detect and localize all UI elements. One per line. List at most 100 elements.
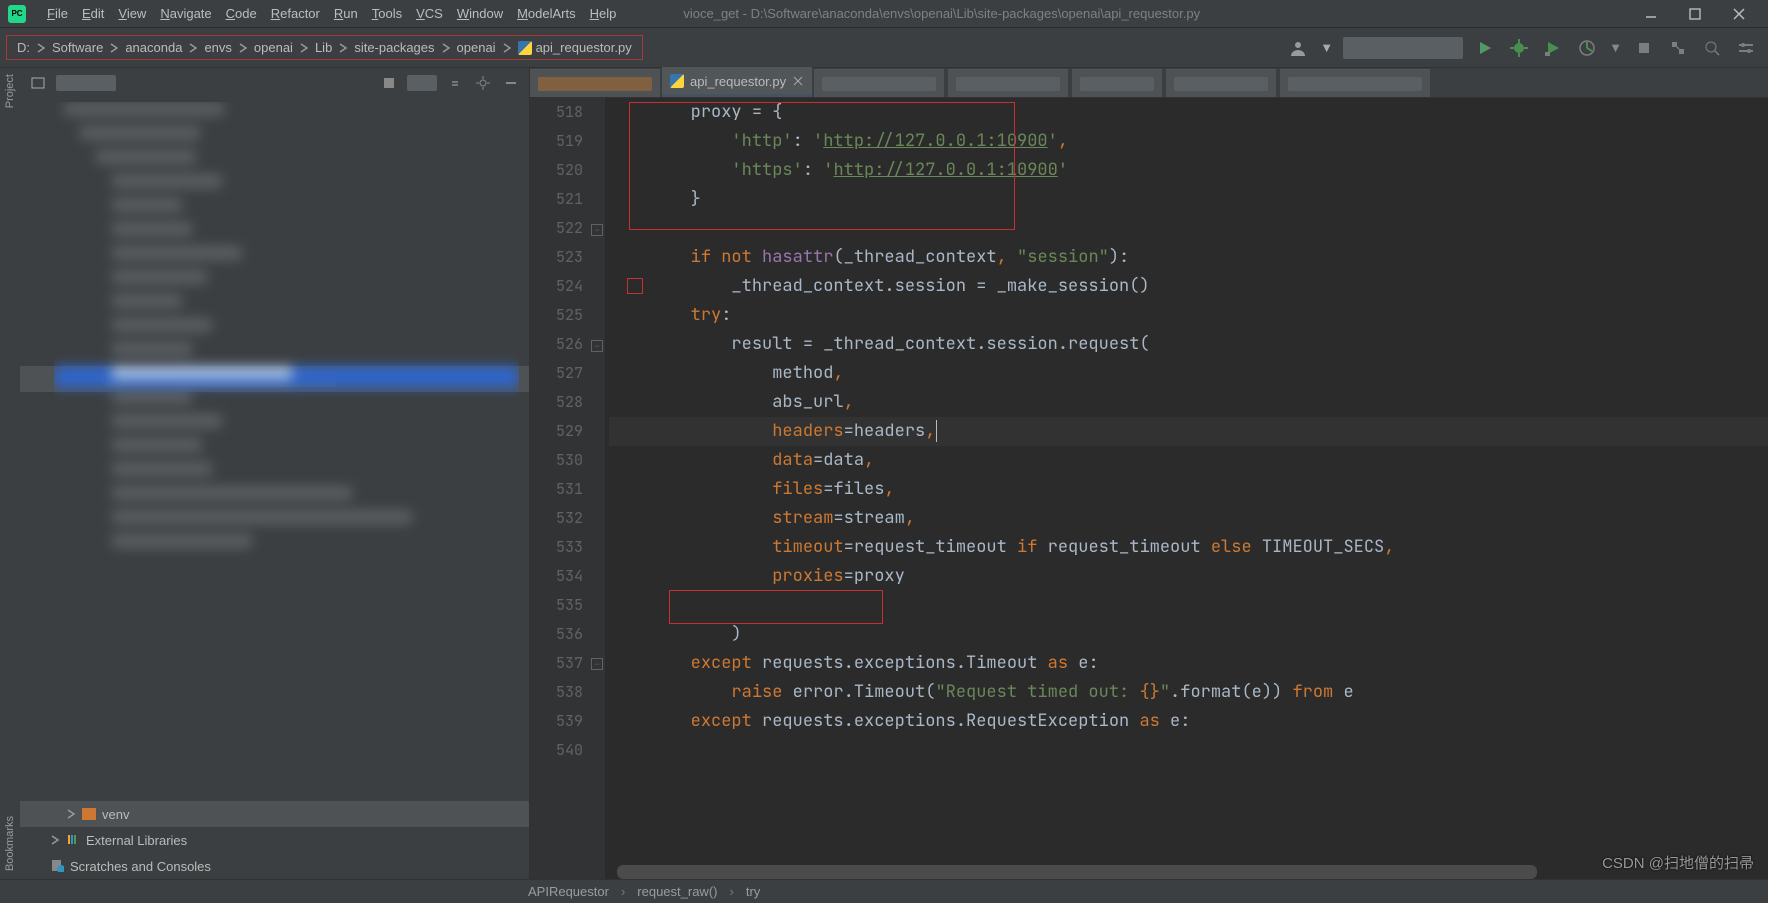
project-panel: venv External Libraries Scratches and Co… (20, 68, 530, 879)
code-line[interactable]: headers=headers, (609, 417, 1768, 446)
code-line[interactable] (609, 214, 1768, 243)
breadcrumb-item[interactable]: openai (453, 40, 500, 55)
breadcrumb-item[interactable]: api_requestor.py (514, 40, 636, 56)
fold-marker-icon[interactable]: − (591, 658, 603, 670)
maximize-button[interactable] (1680, 4, 1710, 24)
breadcrumb-item[interactable]: Software (48, 40, 107, 55)
gutter-line: 519 (556, 127, 583, 156)
settings-button[interactable] (1734, 36, 1758, 60)
menu-help[interactable]: Help (583, 6, 624, 21)
editor-tab-blurred[interactable] (1166, 69, 1276, 97)
menu-edit[interactable]: Edit (75, 6, 111, 21)
bookmarks-toolwindow-button[interactable]: Bookmarks (4, 816, 16, 871)
select-opened-file-icon[interactable] (379, 73, 399, 93)
code-line[interactable]: except requests.exceptions.Timeout as e: (609, 649, 1768, 678)
menu-tools[interactable]: Tools (365, 6, 409, 21)
status-path-item[interactable]: request_raw() (637, 884, 717, 899)
gutter-line: 533 (556, 533, 583, 562)
editor-tab-blurred[interactable] (530, 69, 660, 97)
status-path-item[interactable]: APIRequestor (528, 884, 609, 899)
search-everywhere-button[interactable] (1700, 36, 1724, 60)
code-line[interactable]: if not hasattr(_thread_context, "session… (609, 243, 1768, 272)
hide-panel-icon[interactable] (501, 73, 521, 93)
close-button[interactable] (1724, 4, 1754, 24)
user-icon[interactable] (1286, 36, 1310, 60)
code-line[interactable]: result = _thread_context.session.request… (609, 330, 1768, 359)
debug-button[interactable] (1507, 36, 1531, 60)
editor-tab-blurred[interactable] (1280, 69, 1430, 97)
run-button[interactable] (1473, 36, 1497, 60)
menu-vcs[interactable]: VCS (409, 6, 450, 21)
menu-navigate[interactable]: Navigate (153, 6, 218, 21)
profile-button[interactable] (1575, 36, 1599, 60)
close-tab-icon[interactable] (792, 75, 804, 87)
menu-window[interactable]: Window (450, 6, 510, 21)
menu-file[interactable]: File (40, 6, 75, 21)
menubar: PC FileEditViewNavigateCodeRefactorRunTo… (0, 0, 1768, 28)
menu-run[interactable]: Run (327, 6, 365, 21)
breadcrumb-item[interactable]: openai (250, 40, 297, 55)
tree-item-label: Scratches and Consoles (70, 859, 211, 874)
project-view-icon[interactable] (28, 73, 48, 93)
run-config-blur[interactable] (1343, 37, 1463, 59)
gutter-line: 529 (556, 417, 583, 446)
editor-tab-api-requestor[interactable]: api_requestor.py (662, 67, 812, 97)
code-line[interactable]: files=files, (609, 475, 1768, 504)
code-line[interactable]: ) (609, 620, 1768, 649)
project-toolwindow-button[interactable]: Project (4, 74, 16, 108)
menu-code[interactable]: Code (219, 6, 264, 21)
gutter-line: 523 (556, 243, 583, 272)
code-line[interactable]: _thread_context.session = _make_session(… (609, 272, 1768, 301)
breadcrumb-item[interactable]: envs (200, 40, 235, 55)
scrollbar-thumb[interactable] (617, 865, 1537, 879)
tree-item-label: External Libraries (86, 833, 187, 848)
editor-tab-blurred[interactable] (948, 69, 1068, 97)
stop-button[interactable] (1632, 36, 1656, 60)
code-line[interactable]: data=data, (609, 446, 1768, 475)
code-line[interactable] (609, 591, 1768, 620)
code-line[interactable]: try: (609, 301, 1768, 330)
settings-gear-icon[interactable] (473, 73, 493, 93)
editor[interactable]: 5185195205215225235245255265275285295305… (530, 98, 1768, 879)
code-line[interactable]: except requests.exceptions.RequestExcept… (609, 707, 1768, 736)
editor-tab-blurred[interactable] (1072, 69, 1162, 97)
git-button[interactable] (1666, 36, 1690, 60)
gutter-line: 527 (556, 359, 583, 388)
tab-label: api_requestor.py (690, 74, 786, 89)
fold-marker-icon[interactable]: − (591, 340, 603, 352)
status-path-item[interactable]: try (746, 884, 760, 899)
code-line[interactable]: timeout=request_timeout if request_timeo… (609, 533, 1768, 562)
chevron-right-icon (299, 43, 309, 53)
breadcrumb-item[interactable]: site-packages (350, 40, 438, 55)
app-icon: PC (8, 5, 26, 23)
menu-modelarts[interactable]: ModelArts (510, 6, 583, 21)
code-line[interactable]: proxy = { (609, 98, 1768, 127)
menu-refactor[interactable]: Refactor (264, 6, 327, 21)
code-line[interactable]: method, (609, 359, 1768, 388)
tree-row[interactable]: External Libraries (20, 827, 529, 853)
menu-view[interactable]: View (111, 6, 153, 21)
project-tree[interactable]: venv External Libraries Scratches and Co… (20, 98, 529, 879)
code-line[interactable]: 'http': 'http://127.0.0.1:10900', (609, 127, 1768, 156)
library-icon (66, 832, 80, 849)
coverage-button[interactable] (1541, 36, 1565, 60)
breadcrumb-item[interactable]: D: (13, 40, 34, 55)
code-line[interactable]: } (609, 185, 1768, 214)
collapse-all-icon[interactable] (445, 73, 465, 93)
breadcrumb-item[interactable]: anaconda (121, 40, 186, 55)
code-line[interactable]: 'https': 'http://127.0.0.1:10900' (609, 156, 1768, 185)
gutter-line: 539 (556, 707, 583, 736)
fold-marker-icon[interactable]: − (591, 224, 603, 236)
code-line[interactable]: raise error.Timeout("Request timed out: … (609, 678, 1768, 707)
code-line[interactable]: proxies=proxy (609, 562, 1768, 591)
tree-row[interactable]: Scratches and Consoles (20, 853, 529, 879)
code-line[interactable]: abs_url, (609, 388, 1768, 417)
python-file-icon (518, 41, 532, 55)
editor-tab-blurred[interactable] (814, 69, 944, 97)
code-line[interactable]: stream=stream, (609, 504, 1768, 533)
minimize-button[interactable] (1636, 4, 1666, 24)
code-area[interactable]: proxy = { 'http': 'http://127.0.0.1:1090… (605, 98, 1768, 879)
breadcrumb-item[interactable]: Lib (311, 40, 336, 55)
tree-row[interactable]: venv (20, 801, 529, 827)
blur (407, 75, 437, 91)
